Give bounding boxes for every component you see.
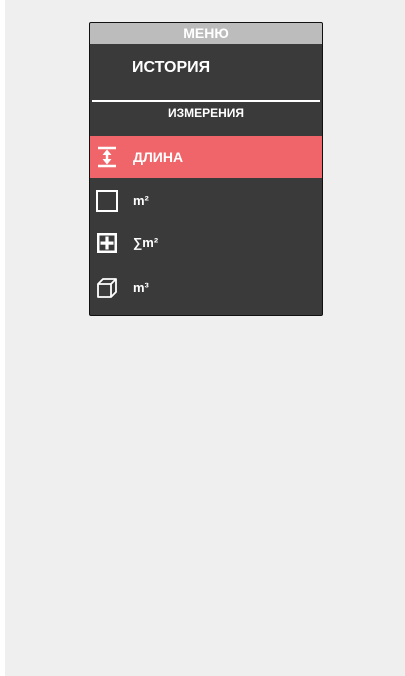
length-measure-icon	[95, 145, 119, 169]
menu-item-label: m²	[133, 193, 149, 208]
menu-item-label: ∑m²	[133, 235, 159, 250]
measurements-section-label: ИЗМЕРЕНИЯ	[167, 106, 245, 120]
cube-volume-icon	[95, 276, 119, 300]
menu-title: МЕНЮ	[90, 23, 322, 44]
app-screen: МЕНЮ ИСТОРИЯ ИЗМЕРЕНИЯ ДЛИНА m² ∑m² m³	[5, 0, 405, 676]
menu-divider	[92, 100, 320, 102]
menu-item-volume[interactable]: m³	[90, 267, 322, 309]
menu-item-sum-area[interactable]: ∑m²	[90, 222, 322, 264]
sum-area-icon	[95, 231, 119, 255]
menu-item-length[interactable]: ДЛИНА	[90, 136, 322, 178]
menu-item-label: ДЛИНА	[133, 149, 184, 165]
history-menu-item[interactable]: ИСТОРИЯ	[90, 51, 322, 85]
menu-item-area[interactable]: m²	[90, 180, 322, 222]
menu-panel: МЕНЮ ИСТОРИЯ ИЗМЕРЕНИЯ ДЛИНА m² ∑m² m³	[89, 22, 323, 316]
menu-item-label: m³	[133, 280, 149, 295]
square-area-icon	[95, 189, 119, 213]
